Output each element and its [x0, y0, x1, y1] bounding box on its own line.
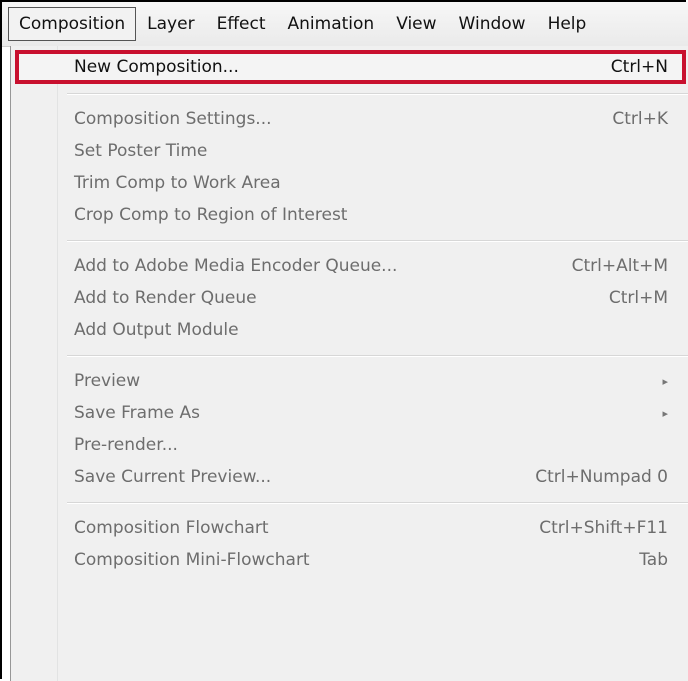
menu-item-label: Preview: [74, 371, 141, 391]
menu-item-label: Composition Flowchart: [74, 518, 269, 538]
menu-item-shortcut: Ctrl+Alt+M: [571, 256, 668, 276]
menu-item-crop-comp[interactable]: Crop Comp to Region of Interest: [11, 199, 688, 231]
menu-item-add-render-queue[interactable]: Add to Render Queue Ctrl+M: [11, 282, 688, 314]
menu-item-add-ame-queue[interactable]: Add to Adobe Media Encoder Queue... Ctrl…: [11, 250, 688, 282]
menu-item-label: Set Poster Time: [74, 141, 208, 161]
menu-separator: [67, 355, 688, 357]
menu-item-shortcut: Ctrl+Shift+F11: [539, 518, 668, 538]
menu-item-shortcut: Ctrl+Numpad 0: [535, 467, 668, 487]
menu-item-label: Add to Adobe Media Encoder Queue...: [74, 256, 398, 276]
menu-item-shortcut: Ctrl+N: [610, 57, 668, 77]
menu-composition[interactable]: Composition: [8, 7, 137, 41]
menu-view[interactable]: View: [385, 8, 447, 40]
menu-item-save-current-preview[interactable]: Save Current Preview... Ctrl+Numpad 0: [11, 461, 688, 493]
menu-animation[interactable]: Animation: [277, 8, 386, 40]
menu-item-add-output-module[interactable]: Add Output Module: [11, 314, 688, 346]
menu-item-shortcut: Ctrl+K: [612, 109, 668, 129]
menu-separator: [67, 240, 688, 242]
composition-dropdown-menu: New Composition... Ctrl+N Composition Se…: [10, 46, 688, 681]
menu-item-label: Composition Mini-Flowchart: [74, 550, 310, 570]
menu-item-shortcut: Ctrl+M: [608, 288, 668, 308]
menu-item-pre-render[interactable]: Pre-render...: [11, 429, 688, 461]
menu-item-save-frame-as[interactable]: Save Frame As ▸: [11, 397, 688, 429]
menu-bar: Composition Layer Effect Animation View …: [2, 2, 688, 47]
menu-item-label: Pre-render...: [74, 435, 178, 455]
menu-item-composition-flowchart[interactable]: Composition Flowchart Ctrl+Shift+F11: [11, 512, 688, 544]
menu-item-label: Composition Settings...: [74, 109, 272, 129]
menu-effect[interactable]: Effect: [206, 8, 277, 40]
menu-separator: [67, 93, 688, 95]
menu-item-label: New Composition...: [74, 57, 239, 77]
menu-item-label: Crop Comp to Region of Interest: [74, 205, 348, 225]
menu-item-label: Save Frame As: [74, 403, 200, 423]
menu-item-preview[interactable]: Preview ▸: [11, 365, 688, 397]
menu-item-trim-comp[interactable]: Trim Comp to Work Area: [11, 167, 688, 199]
menu-layer[interactable]: Layer: [136, 8, 205, 40]
menu-item-new-composition[interactable]: New Composition... Ctrl+N: [15, 50, 686, 84]
menu-item-composition-settings[interactable]: Composition Settings... Ctrl+K: [11, 103, 688, 135]
menu-item-set-poster-time[interactable]: Set Poster Time: [11, 135, 688, 167]
menu-window[interactable]: Window: [448, 8, 537, 40]
menu-item-label: Add Output Module: [74, 320, 239, 340]
submenu-arrow-icon: ▸: [662, 374, 668, 388]
submenu-arrow-icon: ▸: [662, 406, 668, 420]
menu-help[interactable]: Help: [537, 8, 598, 40]
menu-separator: [67, 502, 688, 504]
menu-item-label: Add to Render Queue: [74, 288, 257, 308]
menu-item-label: Save Current Preview...: [74, 467, 272, 487]
menu-item-composition-mini-flowchart[interactable]: Composition Mini-Flowchart Tab: [11, 544, 688, 576]
menu-item-shortcut: Tab: [639, 550, 668, 570]
menu-item-label: Trim Comp to Work Area: [74, 173, 281, 193]
